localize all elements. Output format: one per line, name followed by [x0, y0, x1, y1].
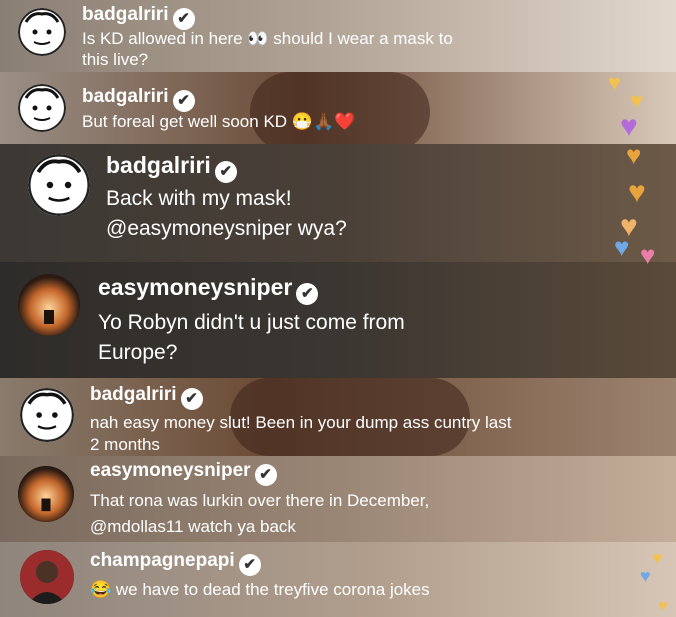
comment-text: Is KD allowed in here 👀 should I wear a … — [82, 29, 453, 69]
comment-username[interactable]: champagnepapi ✔ — [90, 550, 261, 576]
comment-row: easymoneysniper ✔ Yo Robyn didn't u just … — [0, 262, 676, 378]
comment-text: That rona was lurkin over there in Decem… — [90, 491, 430, 536]
verified-badge-icon: ✔ — [214, 161, 237, 183]
comment-username[interactable]: badgalriri ✔ — [82, 86, 195, 112]
comment-row: badgalriri ✔ But foreal get well soon KD … — [0, 72, 676, 144]
verified-badge-icon: ✔ — [172, 8, 195, 30]
heart-reaction-icon: ♥ — [658, 598, 668, 615]
comment-row: champagnepapi ✔ 😂 we have to dead the tre… — [0, 542, 676, 617]
comment-row: badgalriri ✔ Back with my mask! @easymone… — [0, 144, 676, 262]
comment-text: But foreal get well soon KD 😷🙏🏾❤️ — [82, 112, 356, 131]
heart-reaction-icon: ♥ — [608, 70, 622, 95]
comment-text: Yo Robyn didn't u just come from Europe? — [98, 311, 405, 364]
comment-username[interactable]: easymoneysniper ✔ — [98, 274, 319, 305]
heart-reaction-icon: ♥ — [614, 232, 630, 262]
comment-row: easymoneysniper ✔ That rona was lurkin ov… — [0, 456, 676, 542]
heart-reaction-icon: ♥ — [640, 240, 656, 270]
verified-badge-icon: ✔ — [254, 464, 277, 486]
heart-reaction-icon: ♥ — [640, 566, 651, 586]
cartoon-face-icon[interactable] — [18, 84, 66, 132]
comment-text: Back with my mask! @easymoneysniper wya? — [106, 187, 347, 240]
live-stream-view: badgalriri ✔ Is KD allowed in here 👀 shou… — [0, 0, 676, 617]
streamer-face — [250, 72, 430, 144]
sunset-avatar-icon[interactable] — [18, 274, 80, 336]
cartoon-face-icon[interactable] — [28, 154, 90, 216]
cartoon-face-icon[interactable] — [20, 388, 74, 442]
profile-photo-icon[interactable] — [20, 550, 74, 604]
sunset-avatar-icon[interactable] — [18, 466, 74, 522]
verified-badge-icon: ✔ — [238, 554, 261, 576]
heart-reaction-icon: ♥ — [652, 548, 663, 568]
comment-username[interactable]: easymoneysniper ✔ — [90, 460, 277, 486]
heart-reaction-icon: ♥ — [628, 176, 646, 209]
cartoon-face-icon[interactable] — [18, 8, 66, 56]
comment-username[interactable]: badgalriri ✔ — [106, 152, 237, 183]
comment-row: badgalriri ✔ nah easy money slut! Been in… — [0, 378, 676, 456]
comment-text: nah easy money slut! Been in your dump a… — [90, 413, 512, 454]
comment-text: 😂 we have to dead the treyfive corona jo… — [90, 580, 430, 599]
verified-badge-icon: ✔ — [180, 388, 203, 410]
heart-reaction-icon: ♥ — [626, 140, 642, 170]
verified-badge-icon: ✔ — [296, 283, 319, 305]
comment-username[interactable]: badgalriri ✔ — [90, 384, 203, 410]
verified-badge-icon: ✔ — [172, 90, 195, 112]
comment-username[interactable]: badgalriri ✔ — [82, 4, 195, 30]
heart-reaction-icon: ♥ — [620, 110, 638, 143]
comment-row: badgalriri ✔ Is KD allowed in here 👀 shou… — [0, 0, 676, 72]
